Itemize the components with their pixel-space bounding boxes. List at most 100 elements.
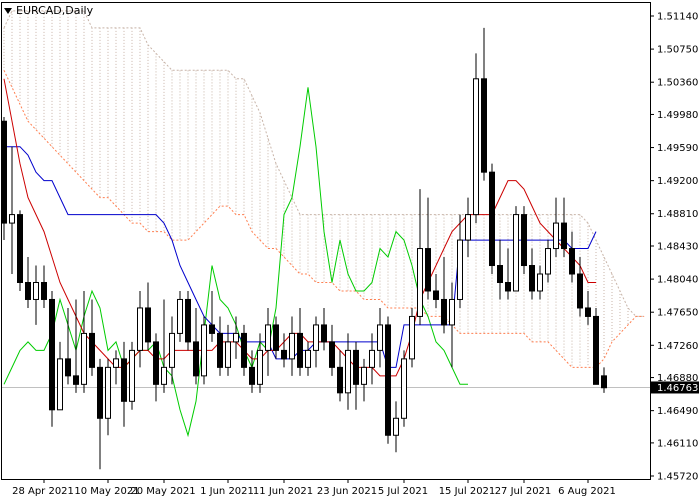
- y-tick-label: 1.48040: [657, 275, 698, 286]
- candle-bear: [561, 222, 567, 250]
- candle-bear: [25, 281, 31, 300]
- candle-bear: [425, 248, 431, 292]
- candle-bear: [281, 349, 287, 360]
- candle-bull: [361, 366, 367, 385]
- candle-bull: [265, 324, 271, 351]
- x-tick-label: 1 Jun 2021: [200, 486, 254, 497]
- x-tick-label: 11 Jun 2021: [253, 486, 313, 497]
- candle-bear: [585, 307, 591, 317]
- candle-bear: [297, 332, 303, 368]
- y-tick-label: 1.48430: [657, 242, 698, 253]
- candle-bull: [465, 214, 471, 241]
- candle-bear: [329, 341, 335, 368]
- candle-bear: [65, 358, 71, 377]
- candle-bear: [433, 290, 439, 300]
- y-tick-label: 1.47260: [657, 341, 698, 352]
- candle-bear: [385, 324, 391, 436]
- candle-bull: [129, 349, 135, 402]
- candle-bull: [417, 248, 423, 317]
- candle-bull: [201, 324, 207, 377]
- candle-bull: [225, 341, 231, 368]
- y-tick-label: 1.50750: [657, 45, 698, 56]
- chart-window[interactable]: 1.51140 1.50750 1.50360 1.49980 1.49590 1.492…: [0, 0, 700, 500]
- candle-bull: [409, 315, 415, 360]
- candle-bull: [137, 307, 143, 351]
- candle-bull: [449, 298, 455, 326]
- candle-bear: [121, 358, 127, 402]
- x-tick-label: 28 Apr 2021: [12, 486, 74, 497]
- candle-bull: [105, 366, 111, 419]
- candle-bear: [521, 214, 527, 267]
- candle-bull: [457, 239, 463, 300]
- x-tick-label: 23 Jun 2021: [317, 486, 377, 497]
- candle-bear: [505, 281, 511, 292]
- candle-bull: [9, 214, 15, 224]
- y-tick-label: 1.46110: [657, 438, 698, 449]
- candle-bull: [233, 332, 239, 343]
- candle-bull: [553, 222, 559, 250]
- y-tick-label: 1.46490: [657, 406, 698, 417]
- candle-bear: [321, 324, 327, 343]
- candle-bull: [545, 248, 551, 275]
- candle-bear: [489, 171, 495, 267]
- candle-bear: [249, 366, 255, 385]
- candle-bear: [1, 120, 7, 224]
- candle-bear: [97, 366, 103, 419]
- x-tick-label: 15 Jul 2021: [439, 486, 496, 497]
- current-price-label: 1.46763: [657, 383, 698, 394]
- candle-bull: [513, 214, 519, 292]
- candle-bear: [217, 332, 223, 368]
- candle-bear: [577, 273, 583, 309]
- candle-bull: [33, 281, 39, 300]
- candle-bull: [113, 358, 119, 368]
- candle-bull: [393, 417, 399, 436]
- candle-bull: [369, 349, 375, 368]
- candle-bear: [89, 332, 95, 368]
- x-tick-label: 20 May 2021: [130, 486, 195, 497]
- y-tick-label: 1.48810: [657, 209, 698, 220]
- y-tick-label: 1.49200: [657, 176, 698, 187]
- candle-bear: [569, 248, 575, 275]
- candle-bear: [73, 375, 79, 385]
- candle-bull: [345, 349, 351, 394]
- y-tick-label: 1.45720: [657, 472, 698, 483]
- candle-bear: [185, 298, 191, 343]
- candle-bear: [337, 366, 343, 394]
- y-tick-label: 1.47650: [657, 308, 698, 319]
- dropdown-arrow-icon[interactable]: [4, 7, 12, 14]
- candle-bear: [481, 78, 487, 173]
- candle-bull: [313, 324, 319, 351]
- candle-bull: [169, 332, 175, 368]
- candle-bear: [497, 265, 503, 283]
- candle-bull: [377, 324, 383, 351]
- candle-bull: [161, 366, 167, 385]
- candle-bull: [81, 332, 87, 385]
- candle-bull: [401, 358, 407, 419]
- candle-bull: [289, 332, 295, 360]
- x-tick-label: 6 Aug 2021: [558, 486, 616, 497]
- symbol-label: EURCAD,Daily: [16, 4, 94, 17]
- candle-bear: [593, 315, 599, 385]
- y-tick-label: 1.51140: [657, 12, 698, 23]
- candle-bull: [177, 298, 183, 334]
- candle-bull: [305, 349, 311, 368]
- candle-bear: [529, 265, 535, 292]
- candle-bear: [601, 375, 607, 389]
- candle-bear: [145, 307, 151, 343]
- y-tick-label: 1.49590: [657, 143, 698, 154]
- x-tick-label: 27 Jul 2021: [495, 486, 552, 497]
- candle-bull: [537, 273, 543, 292]
- candle-bear: [41, 281, 47, 300]
- candle-bear: [17, 214, 23, 283]
- candle-bear: [241, 332, 247, 368]
- candle-bull: [473, 78, 479, 216]
- candle-bear: [153, 341, 159, 385]
- y-tick-label: 1.49980: [657, 110, 698, 121]
- x-tick-label: 5 Jul 2021: [378, 486, 428, 497]
- ichimoku-chart[interactable]: 1.51140 1.50750 1.50360 1.49980 1.49590 1.492…: [0, 0, 700, 500]
- chart-title: EURCAD,Daily: [4, 4, 93, 17]
- candle-bear: [273, 324, 279, 351]
- candle-bear: [209, 324, 215, 334]
- y-tick-label: 1.50360: [657, 78, 698, 89]
- candle-bull: [57, 358, 63, 411]
